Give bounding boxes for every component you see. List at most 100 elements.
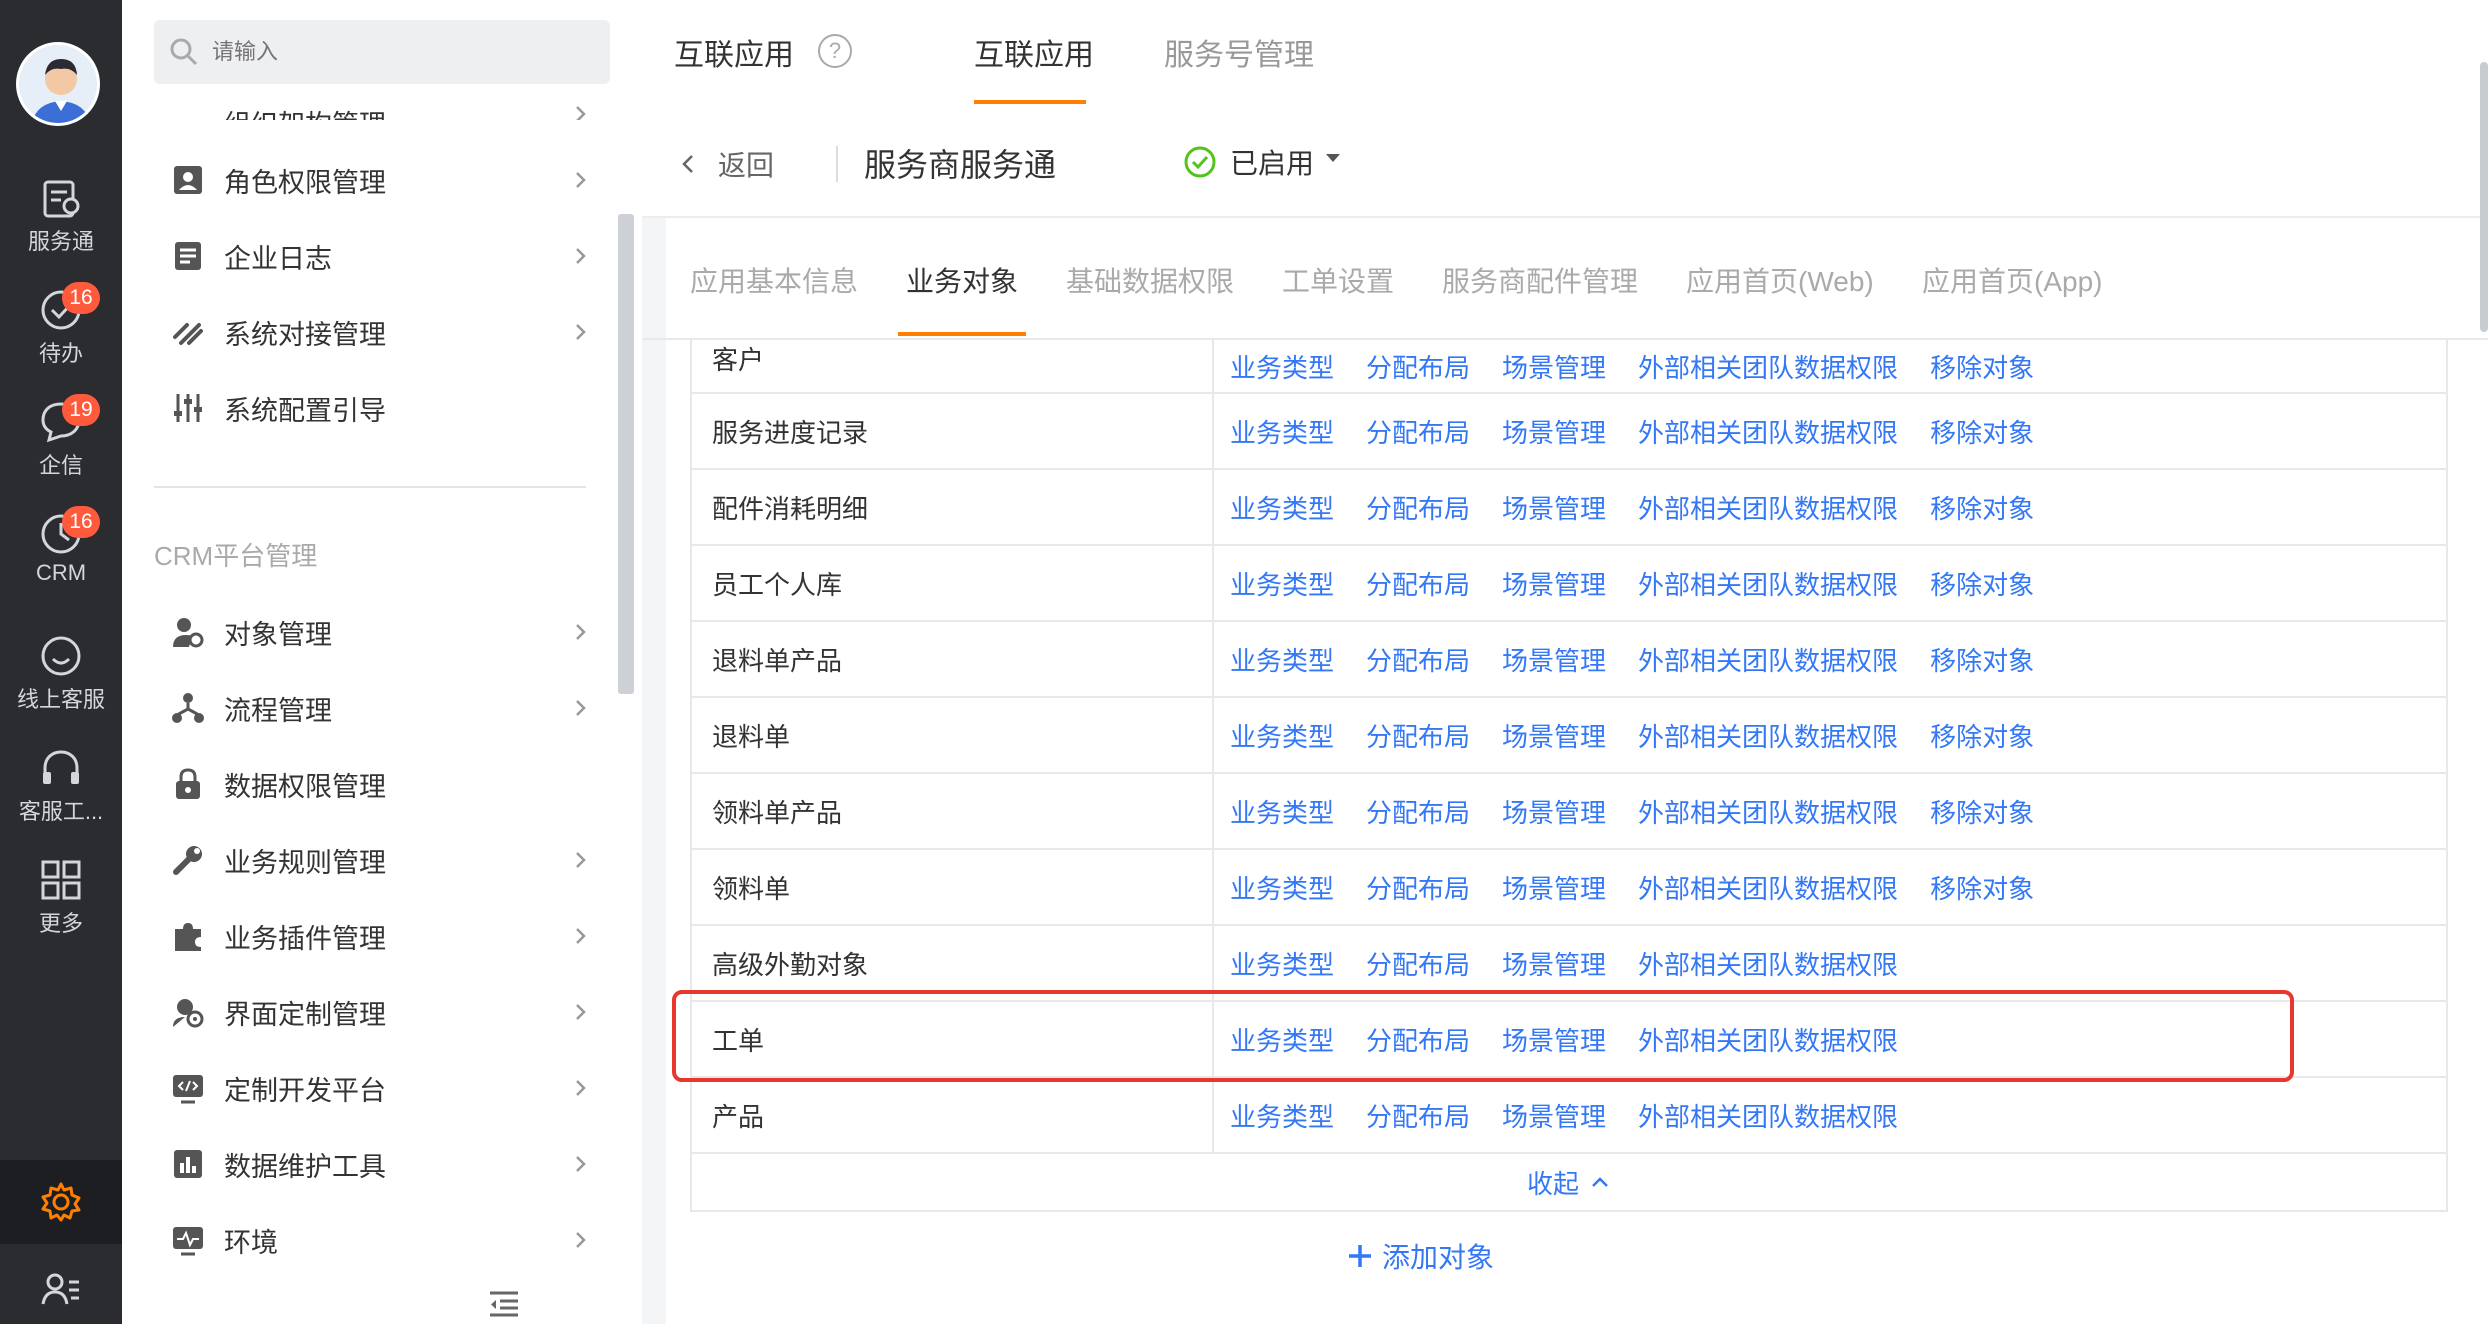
op-business-type[interactable]: 业务类型	[1230, 641, 1334, 678]
help-icon[interactable]: ?	[818, 34, 852, 68]
tab-work-order-settings[interactable]: 工单设置	[1282, 260, 1394, 300]
op-remove-object[interactable]: 移除对象	[1930, 489, 2034, 526]
op-external-team-permission[interactable]: 外部相关团队数据权限	[1638, 1097, 1898, 1134]
op-assign-layout[interactable]: 分配布局	[1366, 945, 1470, 982]
op-scene-management[interactable]: 场景管理	[1502, 945, 1606, 982]
op-scene-management[interactable]: 场景管理	[1502, 641, 1606, 678]
menu-item-object-management[interactable]: 对象管理	[170, 602, 590, 662]
op-business-type[interactable]: 业务类型	[1230, 945, 1334, 982]
op-scene-management[interactable]: 场景管理	[1502, 793, 1606, 830]
op-scene-management[interactable]: 场景管理	[1502, 565, 1606, 602]
menu-item-org[interactable]: 组织架构管理	[170, 76, 590, 120]
op-external-team-permission[interactable]: 外部相关团队数据权限	[1638, 793, 1898, 830]
menu-item-flow-management[interactable]: 流程管理	[170, 678, 590, 738]
rail-item-online-service[interactable]: 线上客服	[0, 634, 122, 734]
menu-item-enterprise-log[interactable]: 企业日志	[170, 226, 590, 286]
menu-item-dev-platform[interactable]: 定制开发平台	[170, 1058, 590, 1118]
op-business-type[interactable]: 业务类型	[1230, 413, 1334, 450]
tab-interconnect-apps[interactable]: 互联应用	[974, 30, 1094, 74]
org-icon	[170, 106, 206, 120]
tab-service-account[interactable]: 服务号管理	[1164, 30, 1314, 74]
op-external-team-permission[interactable]: 外部相关团队数据权限	[1638, 413, 1898, 450]
rail-item-more[interactable]: 更多	[0, 858, 122, 958]
op-assign-layout[interactable]: 分配布局	[1366, 641, 1470, 678]
op-business-type[interactable]: 业务类型	[1230, 348, 1334, 385]
tab-home-web[interactable]: 应用首页(Web)	[1686, 260, 1874, 300]
menu-item-system-integration[interactable]: 系统对接管理	[170, 302, 590, 362]
menu-item-environment[interactable]: 环境	[170, 1210, 590, 1270]
op-external-team-permission[interactable]: 外部相关团队数据权限	[1638, 945, 1898, 982]
op-assign-layout[interactable]: 分配布局	[1366, 869, 1470, 906]
user-avatar[interactable]	[16, 42, 100, 126]
rail-item-todo[interactable]: 待办 16	[0, 282, 122, 388]
op-business-type[interactable]: 业务类型	[1230, 565, 1334, 602]
puzzle-icon	[170, 918, 206, 954]
op-remove-object[interactable]: 移除对象	[1930, 641, 2034, 678]
op-scene-management[interactable]: 场景管理	[1502, 869, 1606, 906]
op-remove-object[interactable]: 移除对象	[1930, 565, 2034, 602]
menu-item-business-rules[interactable]: 业务规则管理	[170, 830, 590, 890]
op-assign-layout[interactable]: 分配布局	[1366, 348, 1470, 385]
chevron-right-icon	[576, 852, 586, 868]
back-button[interactable]: 返回	[678, 144, 774, 184]
menu-item-role-permission[interactable]: 角色权限管理	[170, 150, 590, 210]
chevron-right-icon	[576, 928, 586, 944]
op-remove-object[interactable]: 移除对象	[1930, 869, 2034, 906]
tab-basic-info[interactable]: 应用基本信息	[690, 260, 858, 300]
menu-search-box[interactable]	[154, 20, 610, 84]
op-external-team-permission[interactable]: 外部相关团队数据权限	[1638, 489, 1898, 526]
op-scene-management[interactable]: 场景管理	[1502, 413, 1606, 450]
op-scene-management[interactable]: 场景管理	[1502, 717, 1606, 754]
add-object-button[interactable]: 添加对象	[1346, 1236, 1494, 1276]
op-external-team-permission[interactable]: 外部相关团队数据权限	[1638, 717, 1898, 754]
op-scene-management[interactable]: 场景管理	[1502, 1097, 1606, 1134]
settings-button[interactable]	[0, 1160, 122, 1244]
menu-scrollbar[interactable]	[618, 214, 634, 694]
rail-item-service[interactable]: 服务通	[0, 176, 122, 276]
op-business-type[interactable]: 业务类型	[1230, 489, 1334, 526]
op-assign-layout[interactable]: 分配布局	[1366, 413, 1470, 450]
table-row: 退料单产品 业务类型 分配布局 场景管理 外部相关团队数据权限 移除对象	[692, 622, 2446, 698]
op-remove-object[interactable]: 移除对象	[1930, 413, 2034, 450]
rail-item-messenger[interactable]: 企信 19	[0, 394, 122, 500]
tab-business-objects[interactable]: 业务对象	[906, 260, 1018, 300]
menu-item-data-maintenance[interactable]: 数据维护工具	[170, 1134, 590, 1194]
op-external-team-permission[interactable]: 外部相关团队数据权限	[1638, 869, 1898, 906]
op-external-team-permission[interactable]: 外部相关团队数据权限	[1638, 641, 1898, 678]
code-monitor-icon	[170, 1070, 206, 1106]
rail-item-service-desk[interactable]: 客服工...	[0, 746, 122, 846]
page-scrollbar[interactable]	[2480, 62, 2488, 332]
op-assign-layout[interactable]: 分配布局	[1366, 565, 1470, 602]
op-business-type[interactable]: 业务类型	[1230, 717, 1334, 754]
menu-search-input[interactable]	[210, 32, 590, 72]
tab-base-data-permission[interactable]: 基础数据权限	[1066, 260, 1234, 300]
op-external-team-permission[interactable]: 外部相关团队数据权限	[1638, 565, 1898, 602]
op-assign-layout[interactable]: 分配布局	[1366, 489, 1470, 526]
tab-parts-management[interactable]: 服务商配件管理	[1442, 260, 1638, 300]
wrench-icon	[170, 842, 206, 878]
menu-item-label: 组织架构管理	[224, 103, 570, 120]
op-external-team-permission[interactable]: 外部相关团队数据权限	[1638, 348, 1898, 385]
menu-item-config-guide[interactable]: 系统配置引导	[170, 378, 590, 438]
op-business-type[interactable]: 业务类型	[1230, 869, 1334, 906]
op-assign-layout[interactable]: 分配布局	[1366, 717, 1470, 754]
collapse-button[interactable]: 收起	[692, 1154, 2446, 1212]
menu-item-business-plugins[interactable]: 业务插件管理	[170, 906, 590, 966]
op-scene-management[interactable]: 场景管理	[1502, 348, 1606, 385]
collapse-menu-icon[interactable]	[488, 1290, 520, 1318]
user-list-icon[interactable]	[39, 1268, 83, 1312]
status-dropdown[interactable]: 已启用	[1182, 142, 1342, 182]
rail-item-crm[interactable]: CRM 16	[0, 506, 122, 612]
op-remove-object[interactable]: 移除对象	[1930, 348, 2034, 385]
op-business-type[interactable]: 业务类型	[1230, 1097, 1334, 1134]
op-scene-management[interactable]: 场景管理	[1502, 489, 1606, 526]
tab-home-app[interactable]: 应用首页(App)	[1922, 260, 2102, 300]
op-remove-object[interactable]: 移除对象	[1930, 717, 2034, 754]
op-assign-layout[interactable]: 分配布局	[1366, 793, 1470, 830]
menu-item-ui-customization[interactable]: 界面定制管理	[170, 982, 590, 1042]
headset-icon	[43, 750, 79, 784]
menu-item-data-permission[interactable]: 数据权限管理	[170, 754, 590, 814]
op-remove-object[interactable]: 移除对象	[1930, 793, 2034, 830]
op-business-type[interactable]: 业务类型	[1230, 793, 1334, 830]
op-assign-layout[interactable]: 分配布局	[1366, 1097, 1470, 1134]
